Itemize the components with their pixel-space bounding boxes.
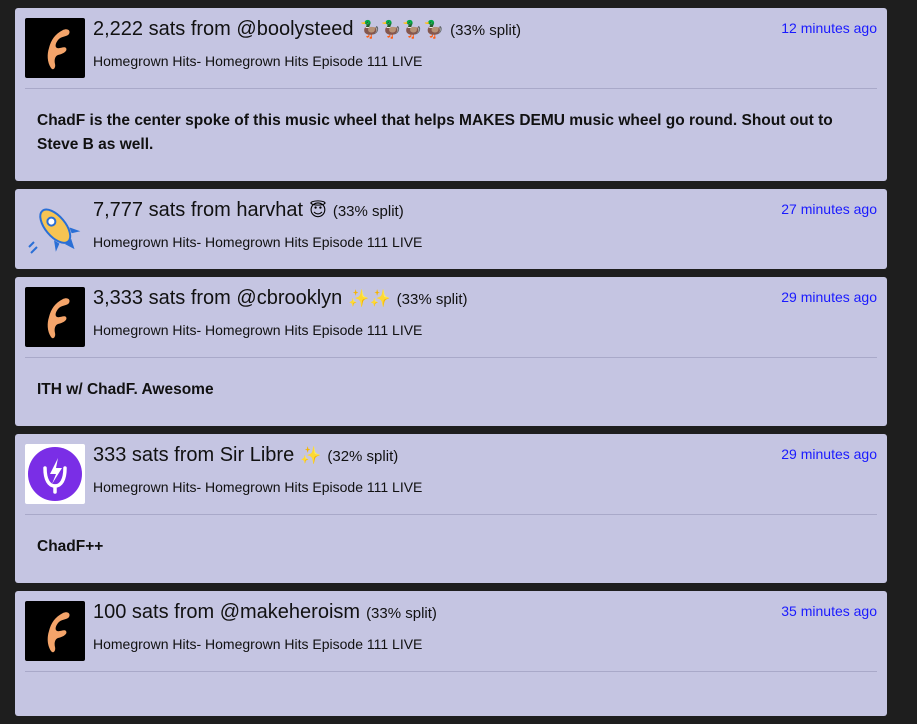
lightning-mic-icon: [25, 444, 85, 504]
split-percent: (33% split): [396, 291, 468, 308]
split-percent: (33% split): [366, 605, 437, 622]
rocket-icon: [25, 199, 85, 259]
boost-message: [25, 672, 877, 716]
boost-time-link[interactable]: 29 minutes ago: [781, 289, 877, 305]
boost-header: 333 sats from Sir Libre ✨ (32% split) Ho…: [25, 444, 877, 504]
boost-card: 3,333 sats from @cbrooklyn ✨✨ (33% split…: [15, 277, 887, 426]
boost-time-link[interactable]: 27 minutes ago: [781, 201, 877, 217]
split-percent: (32% split): [327, 448, 399, 465]
fountain-logo-icon: [25, 18, 85, 78]
boost-amount-sender: 100 sats from @makeheroism: [93, 601, 361, 623]
boost-message: ChadF is the center spoke of this music …: [37, 112, 833, 153]
boost-amount-sender: 3,333 sats from @cbrooklyn: [93, 287, 343, 309]
boost-feed: 2,222 sats from @boolysteed 🦆🦆🦆🦆 (33% sp…: [15, 8, 887, 724]
boost-header: 7,777 sats from harvhat 😇 (33% split) Ho…: [25, 199, 877, 259]
split-percent: (33% split): [332, 203, 404, 220]
sender-emoji: 😇: [309, 201, 327, 220]
episode-title: Homegrown Hits- Homegrown Hits Episode 1…: [93, 479, 423, 495]
boost-amount-sender: 2,222 sats from @boolysteed: [93, 18, 354, 40]
boost-card: 100 sats from @makeheroism (33% split) H…: [15, 591, 887, 716]
boost-amount-sender: 333 sats from Sir Libre: [93, 444, 295, 466]
boost-time-link[interactable]: 12 minutes ago: [781, 20, 877, 36]
boost-amount-sender: 7,777 sats from harvhat: [93, 199, 304, 221]
episode-title: Homegrown Hits- Homegrown Hits Episode 1…: [93, 636, 423, 652]
sender-emoji: 🦆🦆🦆🦆: [359, 20, 445, 39]
episode-title: Homegrown Hits- Homegrown Hits Episode 1…: [93, 53, 423, 69]
boost-message: ITH w/ ChadF. Awesome: [37, 381, 214, 398]
boost-time-link[interactable]: 35 minutes ago: [781, 603, 877, 619]
boost-time-link[interactable]: 29 minutes ago: [781, 446, 877, 462]
boost-message: ChadF++: [37, 538, 104, 555]
boost-card: 7,777 sats from harvhat 😇 (33% split) Ho…: [15, 189, 887, 269]
sender-emoji: ✨✨: [348, 289, 391, 308]
boost-card: 2,222 sats from @boolysteed 🦆🦆🦆🦆 (33% sp…: [15, 8, 887, 181]
boost-header: 100 sats from @makeheroism (33% split) H…: [25, 601, 877, 661]
fountain-logo-icon: [25, 601, 85, 661]
episode-title: Homegrown Hits- Homegrown Hits Episode 1…: [93, 234, 423, 250]
sender-emoji: ✨: [300, 446, 322, 465]
fountain-logo-icon: [25, 287, 85, 347]
split-percent: (33% split): [450, 22, 521, 39]
episode-title: Homegrown Hits- Homegrown Hits Episode 1…: [93, 322, 423, 338]
boost-header: 2,222 sats from @boolysteed 🦆🦆🦆🦆 (33% sp…: [25, 18, 877, 78]
boost-card: 333 sats from Sir Libre ✨ (32% split) Ho…: [15, 434, 887, 583]
boost-header: 3,333 sats from @cbrooklyn ✨✨ (33% split…: [25, 287, 877, 347]
